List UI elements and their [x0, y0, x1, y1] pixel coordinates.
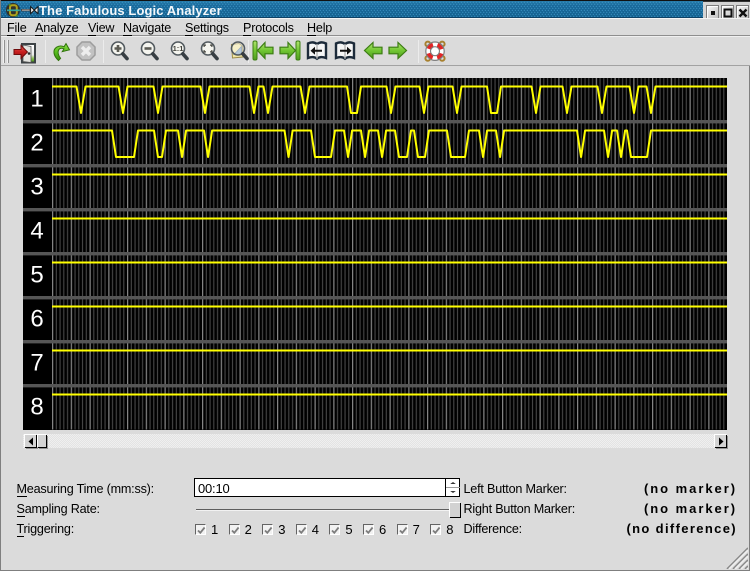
svg-text:6: 6 [30, 306, 43, 333]
svg-text:8: 8 [30, 394, 43, 421]
svg-text:4: 4 [30, 218, 43, 245]
svg-text:1: 1 [30, 86, 43, 113]
svg-text:1:1: 1:1 [173, 44, 184, 53]
svg-text:2: 2 [30, 130, 43, 157]
svg-text:3: 3 [30, 174, 43, 201]
svg-text:7: 7 [30, 350, 43, 377]
svg-text:5: 5 [30, 262, 43, 289]
